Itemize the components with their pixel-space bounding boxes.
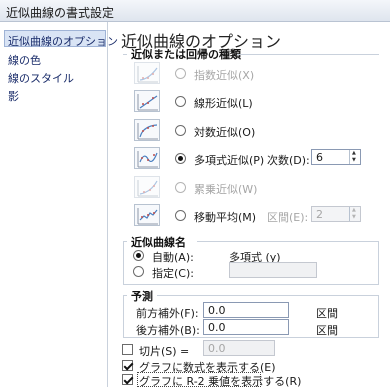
forward-forecast-label: 前方補外(F): [136,307,199,320]
group-divider [237,54,379,55]
logarithmic-label: 対数近似(O) [194,126,256,139]
show-r-squared-label: グラフに R-2 乗値を表示する(R) [139,375,302,387]
order-label: 次数(D): [267,154,310,167]
moving-average-radio[interactable] [175,210,186,221]
power-chart-icon [134,176,160,198]
group-border [378,295,379,337]
moving-average-label: 移動平均(M) [194,211,257,224]
forward-forecast-unit: 区間 [316,307,338,320]
decrement-arrow-icon[interactable]: ▼ [352,215,356,220]
sidebar-item-line-color[interactable]: 線の色 [4,50,106,67]
sidebar-item-label: 近似曲線のオプション [8,35,118,48]
window-title-bar: 近似曲線の書式設定 [0,0,390,22]
regression-type-heading: 近似または回帰の種類 [131,48,241,61]
polynomial-label: 多項式近似(P) [194,154,265,167]
linear-chart-icon [134,90,160,112]
auto-name-radio[interactable] [133,250,144,261]
decrement-arrow-icon[interactable]: ▼ [352,158,356,163]
order-stepper-buttons: ▲ ▼ [349,150,360,164]
custom-name-radio[interactable] [133,266,144,277]
show-equation-checkbox[interactable] [122,360,133,371]
custom-name-label: 指定(C): [152,267,194,280]
backward-forecast-label: 後方補外(B): [136,324,200,337]
exponential-chart-icon [134,62,160,84]
group-divider [157,295,379,296]
increment-arrow-icon[interactable]: ▲ [352,151,356,156]
increment-arrow-icon[interactable]: ▲ [352,208,356,213]
group-divider [123,54,127,55]
show-r-squared-checkbox[interactable] [122,374,133,385]
sidebar-item-label: 線の色 [8,54,41,67]
group-border [378,241,379,284]
intercept-checkbox[interactable] [122,344,133,355]
group-divider [197,241,379,242]
group-divider [123,284,379,285]
sidebar-item-line-style[interactable]: 線のスタイル [4,68,106,85]
sidebar-item-shadow[interactable]: 影 [4,86,106,103]
forward-forecast-field[interactable]: 0.0 [203,302,289,318]
window-title: 近似曲線の書式設定 [6,6,115,20]
moving-average-chart-icon [134,204,160,226]
polynomial-chart-icon [134,147,160,169]
trendline-name-heading: 近似曲線名 [131,236,186,249]
logarithmic-radio[interactable] [175,125,186,136]
period-value: 2 [316,208,323,221]
custom-name-field[interactable] [229,262,317,278]
category-sidebar: 近似曲線のオプション 線の色 線のスタイル 影 [0,22,118,387]
forecast-heading: 予測 [131,290,153,303]
order-value: 6 [316,151,323,164]
intercept-field[interactable]: 0.0 [203,340,275,356]
auto-name-label: 自動(A): [152,251,194,264]
exponential-label: 指数近似(X) [194,69,255,82]
polynomial-radio[interactable] [175,153,186,164]
backward-forecast-field[interactable]: 0.0 [203,319,289,335]
linear-radio[interactable] [175,96,186,107]
exponential-radio[interactable] [175,68,186,79]
period-stepper[interactable]: 2 ▲ ▼ [311,206,361,222]
period-stepper-buttons: ▲ ▼ [349,207,360,221]
power-label: 累乗近似(W) [194,183,258,196]
period-label: 区間(E): [267,211,309,224]
sidebar-item-label: 影 [8,90,19,103]
power-radio[interactable] [175,182,186,193]
group-border [123,295,124,337]
backward-forecast-unit: 区間 [316,324,338,337]
sidebar-item-label: 線のスタイル [8,72,74,85]
sidebar-item-trendline-options[interactable]: 近似曲線のオプション [4,30,118,48]
order-stepper[interactable]: 6 ▲ ▼ [311,149,361,165]
group-border [123,241,124,284]
linear-label: 線形近似(L) [194,97,253,110]
intercept-label: 切片(S) = [139,345,190,358]
logarithmic-chart-icon [134,119,160,141]
options-panel: 近似曲線のオプション 近似または回帰の種類 指数近似(X) 線形近似(L) 対数… [109,22,390,387]
